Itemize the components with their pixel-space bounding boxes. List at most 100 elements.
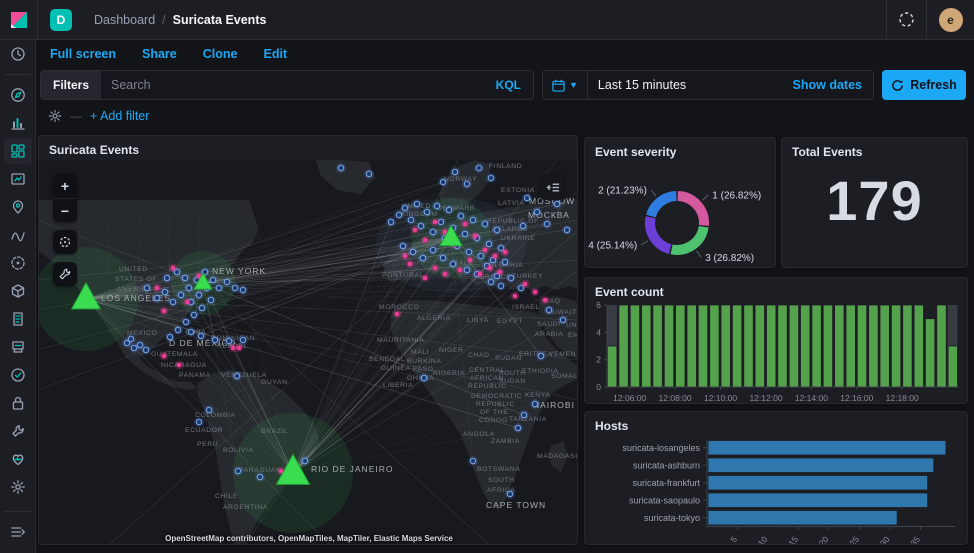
- sidebar-item-maps[interactable]: [4, 194, 32, 220]
- filter-separator: —: [70, 109, 82, 123]
- sidebar-item-dashboard[interactable]: [4, 138, 32, 164]
- svg-text:12:18:00: 12:18:00: [886, 393, 919, 403]
- event-count-panel: Event count 024612:06:0012:08:0012:10:00…: [584, 277, 968, 404]
- svg-text:35: 35: [908, 534, 922, 545]
- svg-text:NEW YORK: NEW YORK: [212, 266, 266, 276]
- svg-text:KENYA: KENYA: [525, 392, 551, 399]
- sidebar-item-discover[interactable]: [4, 82, 32, 108]
- sidebar-item-apm[interactable]: [4, 250, 32, 276]
- calendar-button[interactable]: ▼: [543, 71, 588, 99]
- svg-text:BOLIVIA: BOLIVIA: [223, 447, 254, 454]
- avatar: e: [939, 8, 963, 32]
- svg-text:REPUBLIC: REPUBLIC: [476, 401, 515, 408]
- svg-text:0: 0: [596, 382, 601, 392]
- sidebar-item-siem[interactable]: [4, 334, 32, 360]
- legend-toggle-button[interactable]: [539, 174, 567, 200]
- svg-text:NORWAY: NORWAY: [444, 176, 477, 183]
- sidebar-item-visualize[interactable]: [4, 110, 32, 136]
- svg-text:LIBYA: LIBYA: [467, 317, 489, 324]
- svg-text:12:08:00: 12:08:00: [659, 393, 692, 403]
- tools-button[interactable]: [53, 262, 77, 286]
- gear-icon: [48, 109, 62, 123]
- svg-text:EMIR: EMIR: [568, 332, 578, 339]
- sidebar-item-management[interactable]: [4, 474, 32, 500]
- svg-text:ESTONIA: ESTONIA: [501, 187, 535, 194]
- sidebar-item-recently-viewed[interactable]: [4, 41, 32, 67]
- kibana-logo[interactable]: [0, 0, 38, 39]
- sidebar-item-collapse-navigation[interactable]: [4, 519, 32, 545]
- kql-toggle[interactable]: KQL: [484, 78, 533, 92]
- space-badge[interactable]: D: [50, 9, 72, 31]
- svg-text:2: 2: [596, 355, 601, 365]
- help-button[interactable]: [886, 0, 926, 39]
- set-view-button[interactable]: [53, 230, 77, 254]
- svg-text:suricata-saopaulo: suricata-saopaulo: [629, 495, 700, 505]
- svg-text:PERU: PERU: [197, 441, 218, 448]
- refresh-button[interactable]: Refresh: [882, 70, 966, 100]
- user-menu-button[interactable]: e: [926, 0, 974, 39]
- add-filter-button[interactable]: + Add filter: [90, 109, 149, 123]
- logs-icon: [10, 311, 26, 327]
- sidebar-item-security[interactable]: [4, 390, 32, 416]
- filters-menu-button[interactable]: Filters: [41, 71, 101, 99]
- svg-text:FASO: FASO: [413, 366, 434, 373]
- svg-text:25: 25: [847, 534, 861, 545]
- svg-text:CHAD: CHAD: [468, 352, 490, 359]
- svg-text:5: 5: [728, 534, 739, 544]
- sidebar-item-dev-tools[interactable]: [4, 418, 32, 444]
- svg-text:STATES OF: STATES OF: [115, 276, 157, 283]
- share-button[interactable]: Share: [142, 47, 177, 61]
- search-input[interactable]: [101, 78, 484, 92]
- svg-text:CHILE: CHILE: [215, 493, 238, 500]
- svg-text:LATVIA: LATVIA: [498, 200, 525, 207]
- sidebar-navigation: [0, 40, 36, 553]
- hosts-bar-chart: suricata-losangeles suricata-ashburn suric…: [589, 435, 965, 545]
- world-map[interactable]: FINLANDNORWAYESTONIALATVIAMOSCOWМОСКВАDE…: [39, 160, 578, 545]
- svg-text:suricata-tokyo: suricata-tokyo: [644, 513, 700, 523]
- filter-controls: — + Add filter: [36, 102, 974, 130]
- svg-text:BOTSWANA: BOTSWANA: [477, 466, 520, 473]
- svg-text:ECUADOR: ECUADOR: [185, 427, 223, 434]
- svg-text:suricata-ashburn: suricata-ashburn: [633, 460, 700, 470]
- time-range-value[interactable]: Last 15 minutes: [588, 78, 793, 92]
- svg-text:SOUTH: SOUTH: [488, 477, 515, 484]
- svg-text:2 (21.23%): 2 (21.23%): [598, 186, 647, 197]
- edit-button[interactable]: Edit: [263, 47, 287, 61]
- svg-text:suricata-losangeles: suricata-losangeles: [622, 443, 700, 453]
- svg-text:TURKEY: TURKEY: [512, 273, 543, 280]
- siem-icon: [10, 339, 26, 355]
- dashboard-icon: [10, 143, 26, 159]
- full-screen-button[interactable]: Full screen: [50, 47, 116, 61]
- zoom-in-button[interactable]: +: [53, 174, 77, 198]
- discover-icon: [10, 87, 26, 103]
- sidebar-item-metrics[interactable]: [4, 278, 32, 304]
- show-dates-button[interactable]: Show dates: [793, 78, 873, 92]
- sidebar-item-uptime[interactable]: [4, 362, 32, 388]
- sidebar-item-canvas[interactable]: [4, 166, 32, 192]
- svg-text:4: 4: [596, 327, 601, 337]
- recently-viewed-icon: [10, 46, 26, 62]
- svg-text:SUDAN: SUDAN: [495, 355, 522, 362]
- map-canvas[interactable]: FINLANDNORWAYESTONIALATVIAMOSCOWМОСКВАDE…: [39, 160, 578, 545]
- svg-text:GUATEMALA: GUATEMALA: [151, 351, 198, 358]
- svg-text:6: 6: [596, 301, 601, 310]
- svg-text:GUINEA: GUINEA: [381, 365, 411, 372]
- sidebar-item-monitoring[interactable]: [4, 446, 32, 472]
- svg-text:UNITED: UNITED: [119, 266, 148, 273]
- svg-text:SAUDI: SAUDI: [537, 321, 561, 328]
- svg-text:4 (25.14%): 4 (25.14%): [588, 241, 637, 252]
- svg-text:DENMARK: DENMARK: [437, 205, 475, 212]
- svg-text:12:12:00: 12:12:00: [749, 393, 782, 403]
- sidebar-item-machine-learning[interactable]: [4, 222, 32, 248]
- breadcrumb-dashboard[interactable]: Dashboard: [94, 13, 155, 27]
- svg-text:ERITREA: ERITREA: [519, 351, 553, 358]
- sidebar-item-logs[interactable]: [4, 306, 32, 332]
- svg-text:NIGER: NIGER: [439, 347, 464, 354]
- svg-text:ISRAEL: ISRAEL: [512, 304, 540, 311]
- total-events-panel: Total Events 179: [781, 137, 968, 268]
- breadcrumb-separator: /: [162, 13, 165, 27]
- filter-settings-button[interactable]: [48, 109, 62, 123]
- zoom-out-button[interactable]: −: [53, 198, 77, 222]
- svg-text:UNITE: UNITE: [566, 322, 578, 329]
- clone-button[interactable]: Clone: [203, 47, 238, 61]
